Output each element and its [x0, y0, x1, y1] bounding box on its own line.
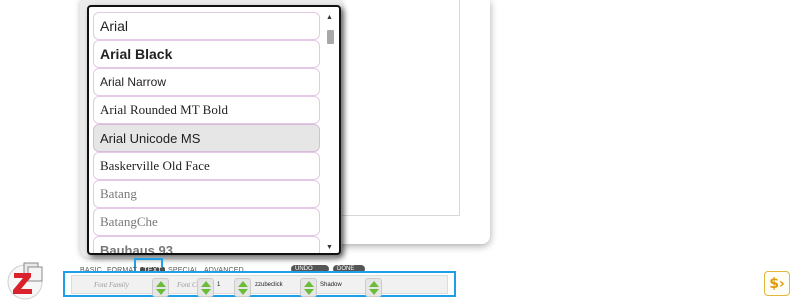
font-option-label: Arial Rounded MT Bold — [100, 102, 228, 117]
app-stage: Arial Arial Black Arial Narrow Arial Rounde… — [0, 0, 800, 306]
currency-arrow-icon[interactable]: $› — [764, 271, 790, 296]
font-color-spinner[interactable] — [197, 278, 214, 297]
shadow-spinner[interactable] — [365, 278, 382, 297]
font-option[interactable]: Arial Unicode MS — [93, 124, 320, 152]
font-option[interactable]: Baskerville Old Face — [93, 152, 320, 180]
size-spinner[interactable] — [234, 278, 251, 297]
up-arrow-icon[interactable] — [304, 281, 314, 287]
font-option[interactable]: Batang — [93, 180, 320, 208]
down-arrow-icon[interactable] — [201, 289, 211, 295]
shadow-label[interactable]: Shadow — [320, 282, 342, 288]
up-arrow-icon[interactable] — [201, 281, 211, 287]
up-arrow-icon[interactable] — [156, 281, 166, 287]
font-option-label: Batang — [100, 186, 137, 201]
font-option-label: BatangChe — [100, 214, 158, 229]
down-arrow-icon[interactable] — [238, 289, 248, 295]
font-family-spinner[interactable] — [152, 278, 169, 297]
toolbar-body: Font Family Font Color 1 zzubeclick Shad… — [71, 275, 448, 297]
font-option-label: Arial — [100, 18, 129, 34]
font-option-label: Arial Unicode MS — [100, 130, 201, 146]
font-option-label: Baskerville Old Face — [100, 158, 210, 173]
font-option[interactable]: BatangChe — [93, 208, 320, 236]
dropdown-scrollbar[interactable]: ▲ ▼ — [325, 12, 335, 252]
text-toolbar: Font Family Font Color 1 zzubeclick Shad… — [63, 271, 456, 297]
font-option-label: Bauhaus 93 — [100, 242, 173, 255]
font-option-label: Arial Black — [100, 46, 173, 62]
font-option[interactable]: Arial Black — [93, 40, 320, 68]
scroll-up-icon[interactable]: ▲ — [326, 14, 333, 22]
font-family-dropdown[interactable]: Arial Arial Black Arial Narrow Arial Rounde… — [87, 5, 341, 255]
up-arrow-icon[interactable] — [369, 281, 379, 287]
font-option[interactable]: Arial — [93, 12, 320, 40]
font-option[interactable]: Arial Narrow — [93, 68, 320, 96]
font-option-label: Arial Narrow — [100, 75, 167, 89]
scroll-thumb[interactable] — [327, 30, 334, 44]
preview-canvas — [338, 0, 460, 216]
font-list: Arial Arial Black Arial Narrow Arial Rounde… — [93, 12, 320, 255]
down-arrow-icon[interactable] — [156, 289, 166, 295]
text-spinner[interactable] — [300, 278, 317, 297]
app-logo-icon[interactable] — [4, 259, 46, 301]
up-arrow-icon[interactable] — [238, 281, 248, 287]
down-arrow-icon[interactable] — [304, 289, 314, 295]
font-option[interactable]: Bauhaus 93 — [93, 236, 320, 255]
font-family-label[interactable]: Font Family — [94, 281, 129, 289]
size-value[interactable]: 1 — [217, 282, 220, 288]
text-value[interactable]: zzubeclick — [255, 282, 283, 288]
down-arrow-icon[interactable] — [369, 289, 379, 295]
scroll-down-icon[interactable]: ▼ — [326, 244, 333, 252]
font-option[interactable]: Arial Rounded MT Bold — [93, 96, 320, 124]
